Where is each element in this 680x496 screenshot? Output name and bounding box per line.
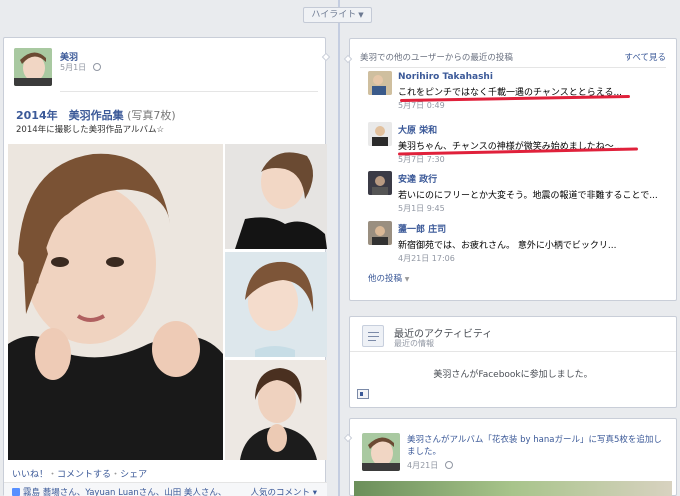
user-avatar[interactable] bbox=[368, 221, 392, 245]
avatar-photo bbox=[368, 71, 392, 95]
divider bbox=[350, 351, 676, 352]
globe-icon bbox=[444, 461, 453, 469]
action-separator: ・ bbox=[111, 470, 121, 480]
chevron-down-icon: ▼ bbox=[358, 11, 364, 19]
post-time[interactable]: 5月7日 0:49 bbox=[398, 100, 680, 111]
post-text: 新宿御苑では、お疲れさん。 意外に小柄でビックリ... bbox=[398, 241, 617, 251]
album-post-card: 美羽 5月1日 2014年 美羽作品集 (写真7枚) 2014年に撮影した美羽作… bbox=[3, 37, 327, 496]
author-avatar[interactable] bbox=[362, 433, 400, 471]
thumbs-up-icon bbox=[12, 488, 20, 496]
author-avatar[interactable] bbox=[14, 48, 52, 86]
likes-bar: 霧島 蕎場さん、Yayuan Luanさん、山田 美人さん、 人気のコメント ▾ bbox=[4, 482, 327, 496]
album-update-date[interactable]: 4月21日 bbox=[407, 461, 438, 470]
more-posts-link[interactable]: 他の投稿 ▼ bbox=[368, 272, 409, 284]
poster-name[interactable]: 大原 栄和 bbox=[398, 123, 680, 136]
album-preview-photo[interactable] bbox=[354, 481, 672, 496]
poster-name[interactable]: Norihiro Takahashi bbox=[398, 72, 680, 82]
avatar-photo bbox=[368, 221, 392, 245]
album-update-card: 美羽さんがアルバム「花衣装 by hanaガール」に写真5枚を追加しました。 4… bbox=[349, 418, 677, 496]
joined-facebook-text: 美羽さんがFacebookに参加しました。 bbox=[433, 370, 593, 380]
post-time[interactable]: 5月1日 9:45 bbox=[398, 203, 680, 214]
recent-post-item[interactable]: 安達 政行 若いにのにフリーとか大変そう。地震の報道で非難することで... 5月… bbox=[398, 172, 680, 214]
post-time[interactable]: 5月7日 7:30 bbox=[398, 154, 680, 165]
comment-link[interactable]: コメントする bbox=[57, 470, 111, 480]
divider bbox=[360, 67, 666, 68]
portrait-photo bbox=[225, 252, 327, 357]
avatar-photo bbox=[14, 48, 52, 86]
recent-post-item[interactable]: 大原 栄和 美羽ちゃん、チャンスの神様が微笑み始めましたね～... 5月7日 7… bbox=[398, 123, 680, 165]
portrait-photo bbox=[225, 144, 327, 249]
album-title[interactable]: 2014年 美羽作品集 bbox=[16, 109, 124, 122]
album-photo-3[interactable] bbox=[225, 252, 327, 357]
user-avatar[interactable] bbox=[368, 122, 392, 146]
album-photo-4[interactable] bbox=[225, 360, 327, 460]
post-actions: いいね！・コメントする・シェア bbox=[12, 467, 147, 480]
likes-names[interactable]: 霧島 蕎場さん、Yayuan Luanさん、山田 美人さん、 bbox=[23, 488, 226, 496]
recent-posts-card: 美羽での他のユーザーからの最近の投稿 すべて見る Norihiro Takaha… bbox=[349, 38, 677, 301]
timeline-line bbox=[338, 0, 340, 496]
user-avatar[interactable] bbox=[368, 71, 392, 95]
avatar-photo bbox=[362, 433, 400, 471]
poster-name[interactable]: 安達 政行 bbox=[398, 172, 680, 185]
activity-icon bbox=[362, 325, 384, 347]
facebook-card-icon bbox=[357, 389, 369, 399]
share-link[interactable]: シェア bbox=[120, 470, 147, 480]
avatar-photo bbox=[368, 122, 392, 146]
recent-post-item[interactable]: Norihiro Takahashi これをピンチではなく千載一遇のチャンスとと… bbox=[398, 72, 680, 111]
recent-activity-card: 最近のアクティビティ 最近の情報 美羽さんがFacebookに参加しました。 bbox=[349, 316, 677, 408]
album-update-date-row: 4月21日 bbox=[407, 460, 453, 471]
album-count: (写真7枚) bbox=[127, 109, 176, 122]
recent-post-item[interactable]: 蘯一郎 庄司 新宿御苑では、お疲れさん。 意外に小柄でビックリ... 4月21日… bbox=[398, 222, 680, 264]
post-date-row: 5月1日 bbox=[60, 62, 101, 73]
highlight-label: ハイライト bbox=[311, 10, 357, 20]
divider bbox=[60, 91, 318, 92]
album-update-text[interactable]: 美羽さんがアルバム「花衣装 by hanaガール」に写真5枚を追加しました。 bbox=[407, 434, 669, 458]
album-description: 2014年に撮影した美羽作品アルバム☆ bbox=[16, 125, 165, 135]
album-title-row: 2014年 美羽作品集 (写真7枚) bbox=[16, 107, 176, 123]
recent-posts-title: 美羽での他のユーザーからの最近の投稿 bbox=[360, 53, 513, 63]
chevron-down-icon: ▼ bbox=[404, 276, 410, 283]
avatar-photo bbox=[368, 171, 392, 195]
album-photo-main[interactable] bbox=[8, 144, 223, 460]
see-all-link[interactable]: すべて見る bbox=[624, 51, 666, 63]
portrait-photo bbox=[8, 144, 223, 460]
user-avatar[interactable] bbox=[368, 171, 392, 195]
poster-name[interactable]: 蘯一郎 庄司 bbox=[398, 222, 680, 235]
post-date[interactable]: 5月1日 bbox=[60, 63, 86, 72]
album-photo-2[interactable] bbox=[225, 144, 327, 249]
like-link[interactable]: いいね！ bbox=[12, 470, 48, 480]
popular-comments-toggle[interactable]: 人気のコメント ▾ bbox=[251, 486, 317, 496]
post-text: 若いにのにフリーとか大変そう。地震の報道で非難することで... bbox=[398, 191, 658, 201]
activity-subtitle: 最近の情報 bbox=[394, 339, 434, 348]
portrait-photo bbox=[225, 360, 327, 460]
more-posts-label: 他の投稿 bbox=[368, 274, 403, 284]
post-time[interactable]: 4月21日 17:06 bbox=[398, 253, 680, 264]
globe-icon bbox=[92, 63, 101, 71]
highlight-dropdown[interactable]: ハイライト ▼ bbox=[303, 7, 372, 23]
action-separator: ・ bbox=[48, 470, 58, 480]
